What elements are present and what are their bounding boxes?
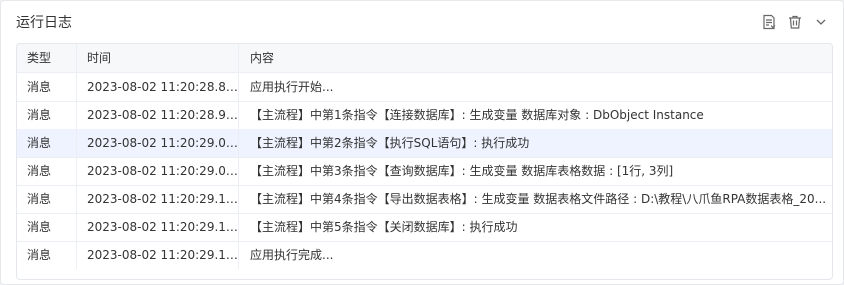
column-header-content[interactable]: 内容: [239, 44, 832, 72]
collapse-button[interactable]: [811, 12, 831, 32]
cell-type: 消息: [17, 129, 77, 157]
cell-type: 消息: [17, 73, 77, 101]
cell-time: 2023-08-02 11:20:29.172: [77, 213, 239, 241]
cell-type: 消息: [17, 241, 77, 269]
table-row[interactable]: 消息 2023-08-02 11:20:29.068 【主流程】中第3条指令【查…: [17, 157, 832, 186]
cell-time: 2023-08-02 11:20:29.172: [77, 241, 239, 269]
cell-time: 2023-08-02 11:20:29.068: [77, 157, 239, 185]
table-row[interactable]: 消息 2023-08-02 11:20:28.902 【主流程】中第1条指令【连…: [17, 101, 832, 130]
panel-header: 运行日志: [1, 1, 843, 43]
cell-time: 2023-08-02 11:20:28.852: [77, 73, 239, 101]
cell-time: 2023-08-02 11:20:28.902: [77, 101, 239, 129]
column-header-type[interactable]: 类型: [17, 44, 77, 72]
table-row[interactable]: 消息 2023-08-02 11:20:29.172 应用执行完成...: [17, 241, 832, 269]
clear-log-button[interactable]: [785, 12, 805, 32]
cell-content: 【主流程】中第4条指令【导出数据表格】: 生成变量 数据表格文件路径 : D:\…: [250, 192, 827, 206]
log-export-icon: [761, 14, 777, 30]
table-row-selected[interactable]: 消息 2023-08-02 11:20:29.034 【主流程】中第2条指令【执…: [17, 129, 832, 158]
cell-content: 【主流程】中第5条指令【关闭数据库】: 执行成功: [250, 220, 518, 234]
cell-content: 【主流程】中第2条指令【执行SQL语句】: 执行成功: [250, 136, 530, 150]
table-row[interactable]: 消息 2023-08-02 11:20:29.142 【主流程】中第4条指令【导…: [17, 185, 832, 214]
panel-title: 运行日志: [16, 15, 72, 31]
log-table: 类型 时间 内容 消息 2023-08-02 11:20:28.852 应用执行…: [16, 43, 833, 280]
cell-type: 消息: [17, 213, 77, 241]
cell-content: 应用执行完成...: [250, 248, 334, 262]
panel-toolbar: [753, 12, 831, 32]
cell-time: 2023-08-02 11:20:29.142: [77, 185, 239, 213]
export-log-button[interactable]: [759, 12, 779, 32]
table-row[interactable]: 消息 2023-08-02 11:20:28.852 应用执行开始...: [17, 73, 832, 102]
cell-type: 消息: [17, 101, 77, 129]
cell-content: 【主流程】中第3条指令【查询数据库】: 生成变量 数据库表格数据 : [1行, …: [250, 164, 674, 178]
cell-type: 消息: [17, 157, 77, 185]
cell-time: 2023-08-02 11:20:29.034: [77, 129, 239, 157]
column-header-time[interactable]: 时间: [77, 44, 239, 72]
chevron-down-icon: [814, 15, 828, 29]
table-header-row: 类型 时间 内容: [17, 44, 832, 73]
table-row[interactable]: 消息 2023-08-02 11:20:29.172 【主流程】中第5条指令【关…: [17, 213, 832, 242]
cell-content: 应用执行开始...: [250, 80, 334, 94]
trash-icon: [787, 14, 803, 30]
cell-type: 消息: [17, 185, 77, 213]
log-panel: 运行日志 类型 时间 内容 消息 2023-08-02 11:20:28.852…: [0, 0, 844, 285]
cell-content: 【主流程】中第1条指令【连接数据库】: 生成变量 数据库对象 : DbObjec…: [250, 108, 704, 122]
